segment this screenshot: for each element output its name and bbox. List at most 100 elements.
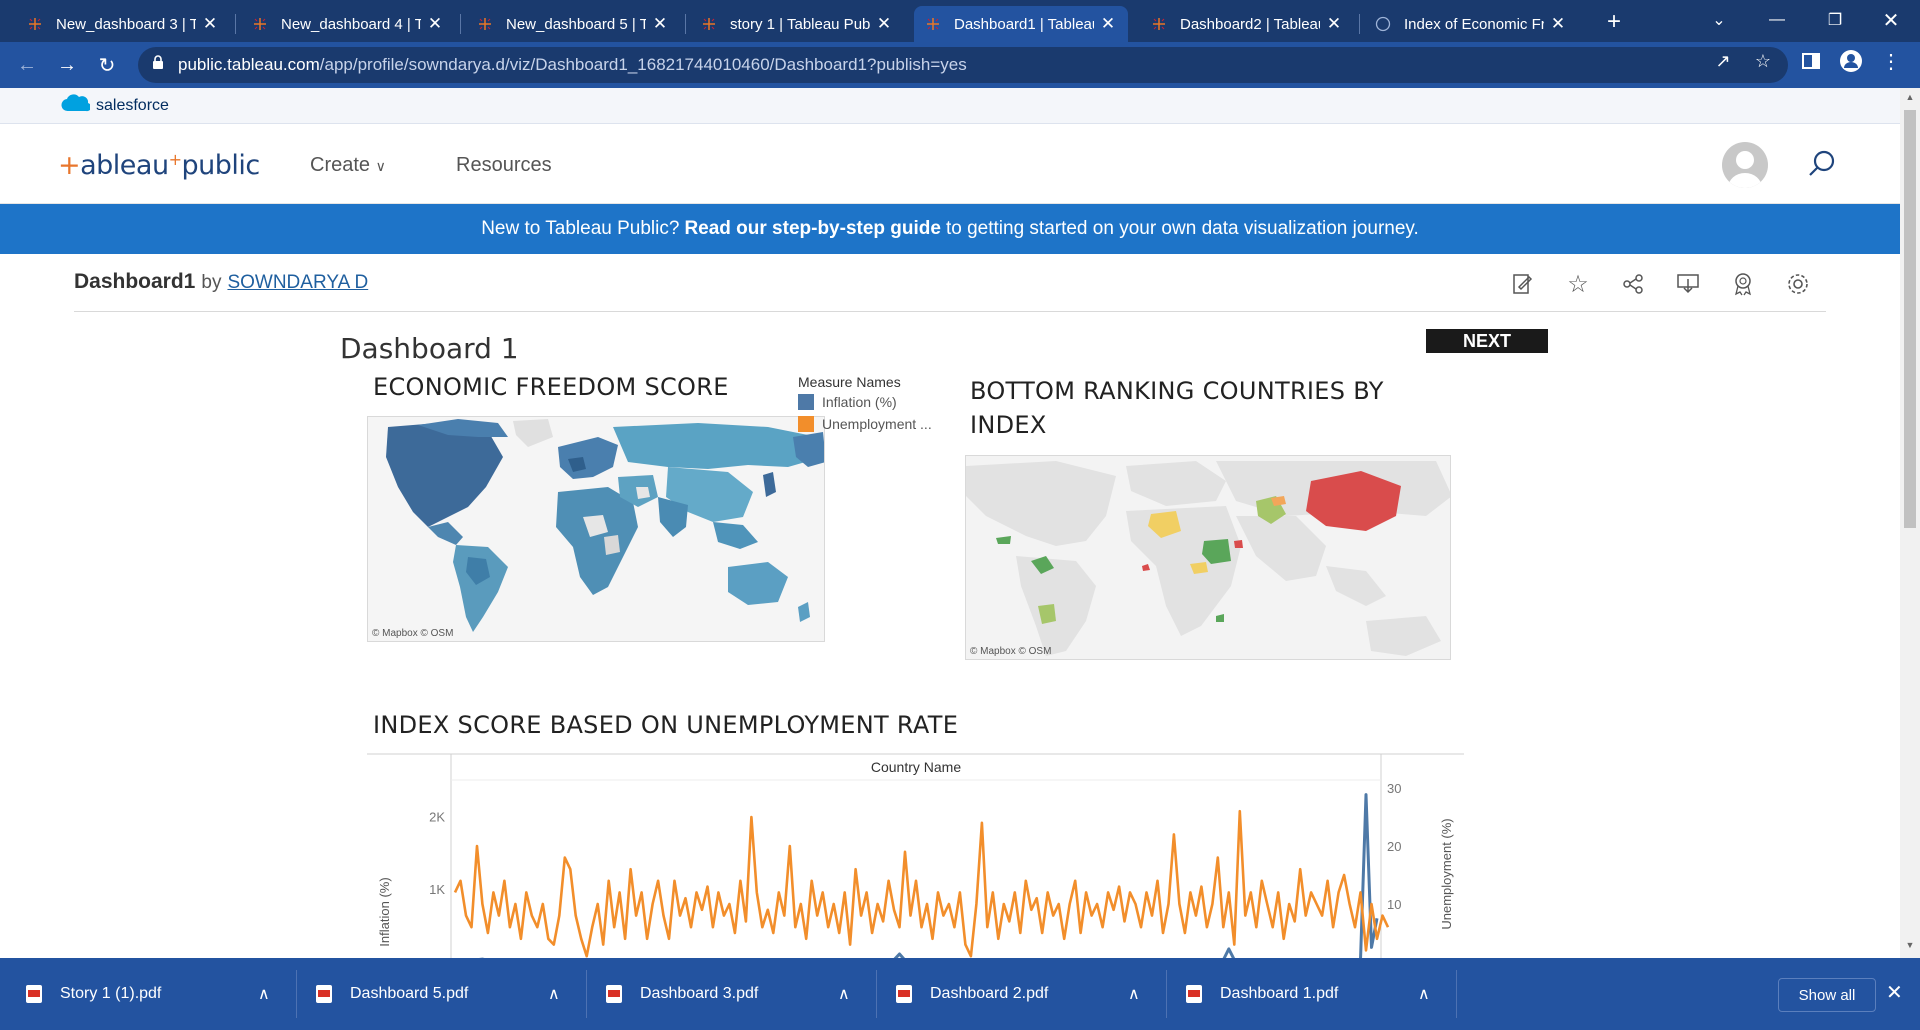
download-icon[interactable] (1674, 270, 1702, 298)
download-options-chevron-icon[interactable]: ∧ (1418, 984, 1430, 1004)
legend-item-unemployment[interactable]: Unemployment ... (798, 416, 958, 432)
edit-icon[interactable] (1508, 270, 1536, 298)
browser-tab[interactable]: New_dashboard 5 | Ta ✕ (466, 6, 680, 42)
close-tab-icon[interactable]: ✕ (425, 14, 445, 34)
nav-create[interactable]: Create ∨ (310, 154, 386, 177)
browser-tab[interactable]: Dashboard2 | Tableau ✕ (1140, 6, 1354, 42)
browser-tab[interactable]: Index of Economic Fre ✕ (1364, 6, 1578, 42)
close-tab-icon[interactable]: ✕ (1098, 14, 1118, 34)
legend-swatch (798, 416, 814, 432)
restore-button[interactable]: ❐ (1806, 0, 1864, 40)
scroll-up-arrow[interactable]: ▲ (1904, 92, 1916, 104)
author-link[interactable]: SOWNDARYA D (227, 272, 368, 293)
economic-freedom-map[interactable]: © Mapbox © OSM (367, 416, 825, 642)
salesforce-cloud-icon[interactable] (60, 93, 92, 118)
close-tab-icon[interactable]: ✕ (874, 14, 894, 34)
tab-title: story 1 | Tableau Publi (730, 15, 870, 33)
browser-tab[interactable]: story 1 | Tableau Publi ✕ (690, 6, 904, 42)
y-axis-label: Inflation (%) (377, 877, 392, 946)
new-tab-button[interactable]: + (1600, 8, 1628, 36)
bottom-ranking-map[interactable]: © Mapbox © OSM (965, 455, 1451, 660)
search-icon[interactable] (1806, 148, 1838, 185)
browser-tab[interactable]: New_dashboard 4 | Ta ✕ (241, 6, 455, 42)
download-options-chevron-icon[interactable]: ∧ (1128, 984, 1140, 1004)
map1-title: ECONOMIC FREEDOM SCORE (373, 373, 729, 401)
download-separator (586, 970, 587, 1018)
downloads-bar: Story 1 (1).pdf ∧ Dashboard 5.pdf ∧ Dashboar… (0, 958, 1920, 1030)
download-options-chevron-icon[interactable]: ∧ (258, 984, 270, 1004)
tableau-icon (26, 15, 44, 33)
close-tab-icon[interactable]: ✕ (200, 14, 220, 34)
tab-title: Index of Economic Fre (1404, 15, 1544, 33)
tab-title: New_dashboard 4 | Ta (281, 15, 421, 33)
download-item[interactable]: Dashboard 5.pdf (316, 958, 468, 1030)
reload-button[interactable]: ↻ (92, 50, 122, 80)
scroll-thumb[interactable] (1904, 110, 1916, 528)
back-button[interactable]: ← (12, 50, 42, 80)
tab-title: Dashboard2 | Tableau (1180, 15, 1320, 33)
pdf-file-icon (316, 985, 332, 1003)
banner-guide-link[interactable]: Read our step-by-step guide (684, 218, 941, 240)
world-map-shapes (386, 419, 824, 632)
download-options-chevron-icon[interactable]: ∧ (548, 984, 560, 1004)
forward-button[interactable]: → (52, 50, 82, 80)
browser-tab-strip: New_dashboard 3 | Ta ✕ New_dashboard 4 | T… (0, 0, 1920, 42)
close-downloads-icon[interactable]: ✕ (1886, 980, 1903, 1005)
avatar[interactable] (1722, 142, 1768, 188)
download-item[interactable]: Dashboard 3.pdf (606, 958, 758, 1030)
tableau-icon (700, 15, 718, 33)
menu-icon[interactable]: ⋮ (1880, 50, 1902, 73)
close-window-button[interactable]: ✕ (1862, 0, 1920, 40)
tab-search-icon[interactable]: ⌄ (1690, 0, 1748, 40)
logo-text: +ableau+public (58, 150, 260, 181)
minimize-button[interactable]: — (1748, 0, 1806, 40)
close-tab-icon[interactable]: ✕ (1324, 14, 1344, 34)
close-tab-icon[interactable]: ✕ (650, 14, 670, 34)
browser-tab[interactable]: New_dashboard 3 | Ta ✕ (16, 6, 230, 42)
dashboard-canvas: Dashboard 1 NEXT ECONOMIC FREEDOM SCORE (0, 312, 1900, 970)
download-item[interactable]: Story 1 (1).pdf (26, 958, 161, 1030)
tab-separator (460, 14, 461, 34)
favorite-star-icon[interactable]: ☆ (1564, 270, 1592, 298)
bookmark-star-icon[interactable]: ☆ (1752, 50, 1774, 72)
side-panel-icon[interactable] (1800, 50, 1822, 72)
tableau-icon (924, 15, 942, 33)
unemployment-series-line[interactable] (453, 809, 1390, 958)
pdf-file-icon (1186, 985, 1202, 1003)
y-tick-label: 1K (429, 882, 445, 897)
salesforce-label[interactable]: salesforce (96, 97, 169, 115)
world-map-shapes (966, 461, 1450, 656)
viz-of-the-day-icon[interactable] (1729, 270, 1757, 298)
profile-icon[interactable] (1840, 50, 1862, 72)
tableau-icon (476, 15, 494, 33)
browser-tab[interactable]: Dashboard1 | Tableau ✕ (914, 6, 1128, 42)
legend-item-inflation[interactable]: Inflation (%) (798, 394, 958, 410)
map2-title: BOTTOM RANKING COUNTRIES BY INDEX (970, 377, 1384, 439)
tab-title: Dashboard1 | Tableau (954, 15, 1094, 33)
legend-swatch (798, 394, 814, 410)
address-bar[interactable]: public.tableau.com/app/profile/sowndarya… (138, 47, 1788, 83)
show-all-button[interactable]: Show all (1778, 978, 1876, 1012)
dashboard-title: Dashboard 1 (340, 332, 519, 365)
settings-gear-icon[interactable] (1784, 270, 1812, 298)
unemployment-line-chart[interactable]: Country Name Inflation (%) Unemployment … (367, 752, 1467, 970)
share-icon[interactable]: ↗ (1712, 50, 1734, 72)
download-options-chevron-icon[interactable]: ∧ (838, 984, 850, 1004)
tab-separator (685, 14, 686, 34)
close-tab-icon[interactable]: ✕ (1548, 14, 1568, 34)
tableau-public-logo[interactable]: +ableau+public (58, 150, 260, 181)
measure-names-legend: Measure Names Inflation (%) Unemployment… (798, 374, 958, 438)
y2-tick-label: 30 (1387, 781, 1401, 796)
download-item[interactable]: Dashboard 2.pdf (896, 958, 1048, 1030)
download-item[interactable]: Dashboard 1.pdf (1186, 958, 1338, 1030)
next-button[interactable]: NEXT (1426, 329, 1548, 353)
chevron-down-icon: ∨ (375, 158, 386, 174)
y2-tick-label: 10 (1387, 897, 1401, 912)
download-filename: Dashboard 5.pdf (350, 985, 469, 1002)
scroll-down-arrow[interactable]: ▼ (1904, 940, 1916, 952)
nav-resources[interactable]: Resources (456, 154, 552, 177)
page-scrollbar[interactable]: ▲ ▼ (1900, 88, 1920, 958)
share-icon[interactable] (1619, 270, 1647, 298)
tab-separator (1359, 14, 1360, 34)
download-separator (1456, 970, 1457, 1018)
